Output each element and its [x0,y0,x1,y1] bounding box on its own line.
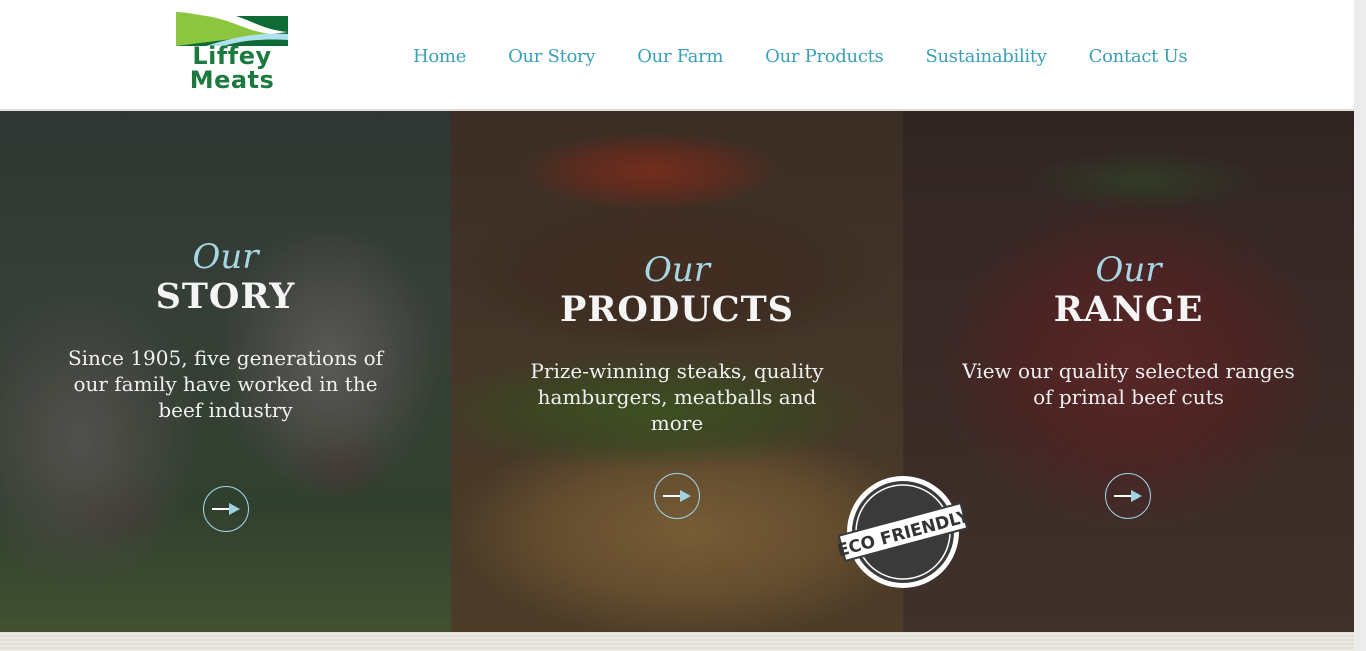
panel-eyebrow: Our [192,237,259,277]
panel-heading: STORY [155,276,296,317]
arrow-right-icon [1114,490,1142,502]
nav-contact-us[interactable]: Contact Us [1089,46,1188,67]
story-arrow-button[interactable] [203,486,249,532]
panel-eyebrow: Our [1095,250,1162,290]
panel-description: View our quality selected ranges of prim… [962,359,1295,409]
eco-friendly-stamp-icon: ECO FRIENDLY [835,476,972,588]
panel-description: Prize-winning steaks, quality hamburgers… [530,359,824,435]
panel-products[interactable]: Our PRODUCTS Prize-winning steaks, quali… [451,111,903,632]
products-arrow-button[interactable] [654,473,700,519]
panel-products-content: Our PRODUCTS Prize-winning steaks, quali… [451,252,903,436]
main-nav: Home Our Story Our Farm Our Products Sus… [413,44,1188,68]
range-arrow-button[interactable] [1105,473,1151,519]
panel-description: Since 1905, five generations of our fami… [67,346,384,422]
nav-our-products[interactable]: Our Products [765,46,884,67]
panel-range[interactable]: Our RANGE View our quality selected rang… [903,111,1354,632]
logo-landscape-icon [176,12,288,46]
nav-our-story[interactable]: Our Story [508,46,595,67]
feature-panels: Our STORY Since 1905, five generations o… [0,111,1354,632]
panel-story-content: Our STORY Since 1905, five generations o… [0,239,451,423]
nav-our-farm[interactable]: Our Farm [637,46,723,67]
nav-sustainability[interactable]: Sustainability [925,46,1047,67]
page-bottom-strip [0,632,1354,651]
scrollbar[interactable] [1354,0,1366,651]
arrow-right-icon [212,503,240,515]
panel-heading: RANGE [1053,289,1204,330]
eco-friendly-badge: ECO FRIENDLY [835,472,972,592]
nav-home[interactable]: Home [413,46,466,67]
logo[interactable]: Liffey Meats [176,12,288,98]
panel-eyebrow: Our [643,250,711,290]
panel-story[interactable]: Our STORY Since 1905, five generations o… [0,111,451,632]
panel-range-content: Our RANGE View our quality selected rang… [903,252,1354,410]
site-header: Liffey Meats Home Our Story Our Farm Our… [0,0,1354,110]
arrow-right-icon [663,490,691,502]
panel-heading: PRODUCTS [560,289,794,330]
logo-wordmark: Liffey Meats [189,42,275,94]
